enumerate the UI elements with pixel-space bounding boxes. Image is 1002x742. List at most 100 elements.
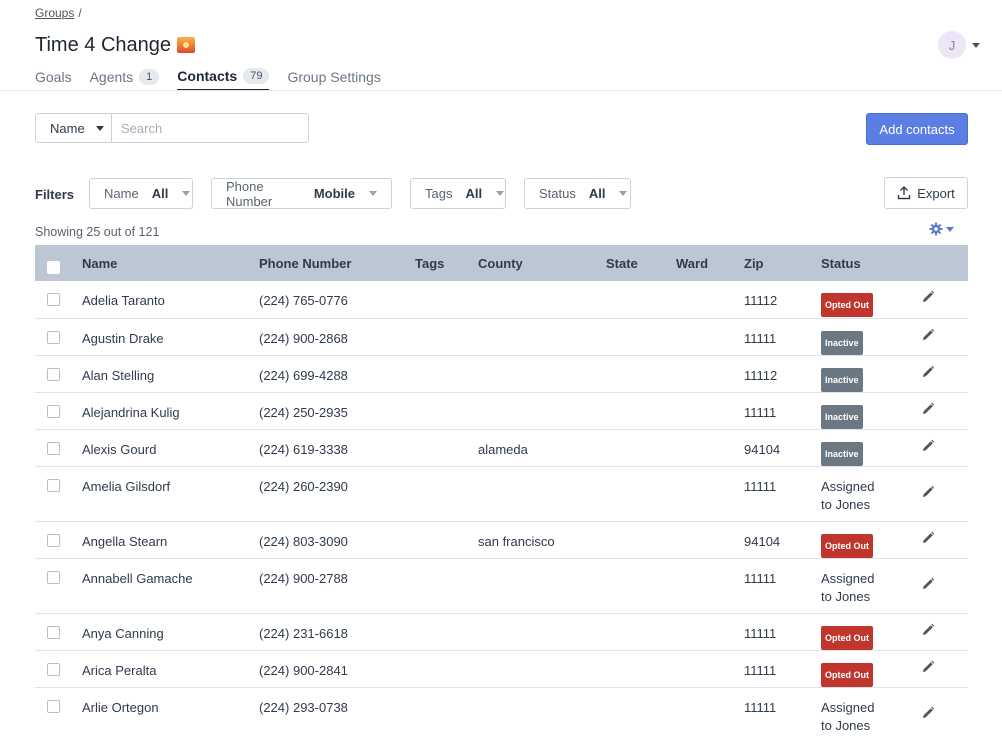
cell-ward [676,355,744,393]
filter-phone-number[interactable]: Phone Number Mobile [211,178,392,209]
cell-state-text [606,319,676,330]
table-row[interactable]: Anya Canning (224) 231-6618 11111 Opted Out [35,613,968,651]
chevron-down-icon [369,191,377,196]
filter-status[interactable]: Status All [524,178,631,209]
cell-zip-text: 11111 [744,570,777,586]
pencil-icon[interactable] [921,660,935,674]
filter-tags[interactable]: Tags All [410,178,506,209]
column-header-ward[interactable]: Ward [676,245,744,281]
column-header-status[interactable]: Status [821,245,921,281]
cell-phone: (224) 900-2868 [259,318,415,356]
search-field-select[interactable]: Name [35,113,112,143]
pencil-icon[interactable] [921,402,935,416]
cell-status: Opted Out [821,613,921,651]
pencil-icon[interactable] [921,328,935,342]
filter-status-value: All [588,186,606,201]
row-checkbox[interactable] [47,293,60,306]
cell-tags-text [415,319,478,330]
table-row[interactable]: Arlie Ortegon (224) 293-0738 11111 Assigned… [35,687,968,742]
row-checkbox[interactable] [47,441,60,455]
row-checkbox[interactable] [47,330,60,344]
tab-group-settings[interactable]: Group Settings [287,68,380,91]
pencil-icon[interactable] [921,577,935,591]
cell-ward [676,392,744,430]
cell-zip-text: 11111 [744,404,777,420]
select-all-checkbox[interactable] [47,261,60,274]
cell-actions [921,650,968,688]
upload-icon [898,186,911,200]
cell-name-text: Alan Stelling [82,367,155,383]
pencil-icon[interactable] [921,290,935,304]
table-row[interactable]: Angella Stearn (224) 803-3090 san francisc… [35,521,968,559]
row-select-cell [35,613,82,651]
cell-name: Adelia Taranto [82,281,259,319]
pencil-icon[interactable] [921,623,935,637]
table-row[interactable]: Agustin Drake (224) 900-2868 11111 Inactive [35,318,968,356]
cell-status-wrap: Inactive [821,356,921,392]
tab-agents[interactable]: Agents 1 [90,68,160,91]
cell-actions [921,392,968,430]
cell-name-text: Arica Peralta [82,662,157,678]
pencil-icon[interactable] [921,365,935,379]
table-row[interactable]: Annabell Gamache (224) 900-2788 11111 Assig… [35,558,968,614]
cell-name: Alexis Gourd [82,429,259,467]
pencil-icon[interactable] [921,706,935,720]
cell-name: Amelia Gilsdorf [82,466,259,522]
breadcrumb-groups-link[interactable]: Groups [35,6,74,20]
filter-name[interactable]: Name All [89,178,193,209]
pencil-icon[interactable] [921,485,935,499]
cell-ward [676,650,744,688]
cell-county [478,318,606,356]
cell-zip: 11112 [744,355,821,393]
search-input[interactable] [111,113,309,143]
row-checkbox[interactable] [47,367,60,381]
cell-ward-text [676,356,744,367]
cell-state-text [606,430,676,441]
add-contacts-button[interactable]: Add contacts [866,113,968,145]
edit-icon-wrap [921,319,968,347]
cell-zip: 11111 [744,687,821,742]
avatar[interactable]: J [938,31,966,59]
filters-label: Filters [35,187,75,202]
page-title: Time 4 Change [35,34,195,57]
cell-tags-text [415,430,478,441]
tab-contacts[interactable]: Contacts 79 [177,68,270,91]
filter-name-value: All [151,186,169,201]
export-button[interactable]: Export [884,177,968,209]
table-row[interactable]: Adelia Taranto (224) 765-0776 11112 Opted O… [35,281,968,319]
column-header-county[interactable]: County [478,245,606,281]
cell-state [606,650,676,688]
cell-actions [921,687,968,742]
table-row[interactable]: Arica Peralta (224) 900-2841 11111 Opted Ou… [35,650,968,688]
table-row[interactable]: Alan Stelling (224) 699-4288 11112 Inactive [35,355,968,393]
tab-goals[interactable]: Goals [35,68,72,91]
table-row[interactable]: Alexis Gourd (224) 619-3338 alameda 94104 In… [35,429,968,467]
cell-status: Assigned to Jones [821,687,921,742]
row-checkbox[interactable] [47,478,60,492]
user-menu[interactable]: J [938,31,980,59]
table-row[interactable]: Amelia Gilsdorf (224) 260-2390 11111 Assign… [35,466,968,522]
row-checkbox[interactable] [47,570,60,584]
tab-agents-label: Agents [89,69,134,85]
cell-zip: 11111 [744,466,821,522]
pencil-icon[interactable] [921,439,935,453]
column-header-state[interactable]: State [606,245,676,281]
row-checkbox[interactable] [47,404,60,418]
row-checkbox[interactable] [47,533,60,547]
status-badge: Opted Out [821,662,873,687]
cell-actions [921,558,968,614]
column-header-zip[interactable]: Zip [744,245,821,281]
row-checkbox[interactable] [47,662,60,676]
column-settings-button[interactable] [929,222,954,236]
cell-ward-text [676,559,744,570]
pencil-icon[interactable] [921,531,935,545]
column-header-phone-number[interactable]: Phone Number [259,245,415,281]
row-checkbox[interactable] [47,625,60,639]
cell-ward-text [676,467,744,478]
column-header-tags[interactable]: Tags [415,245,478,281]
column-header-name[interactable]: Name [82,245,259,281]
table-row[interactable]: Alejandrina Kulig (224) 250-2935 11111 Inac… [35,392,968,430]
cell-phone-text: (224) 803-3090 [259,533,348,549]
row-checkbox[interactable] [47,699,60,713]
cell-tags [415,466,478,522]
